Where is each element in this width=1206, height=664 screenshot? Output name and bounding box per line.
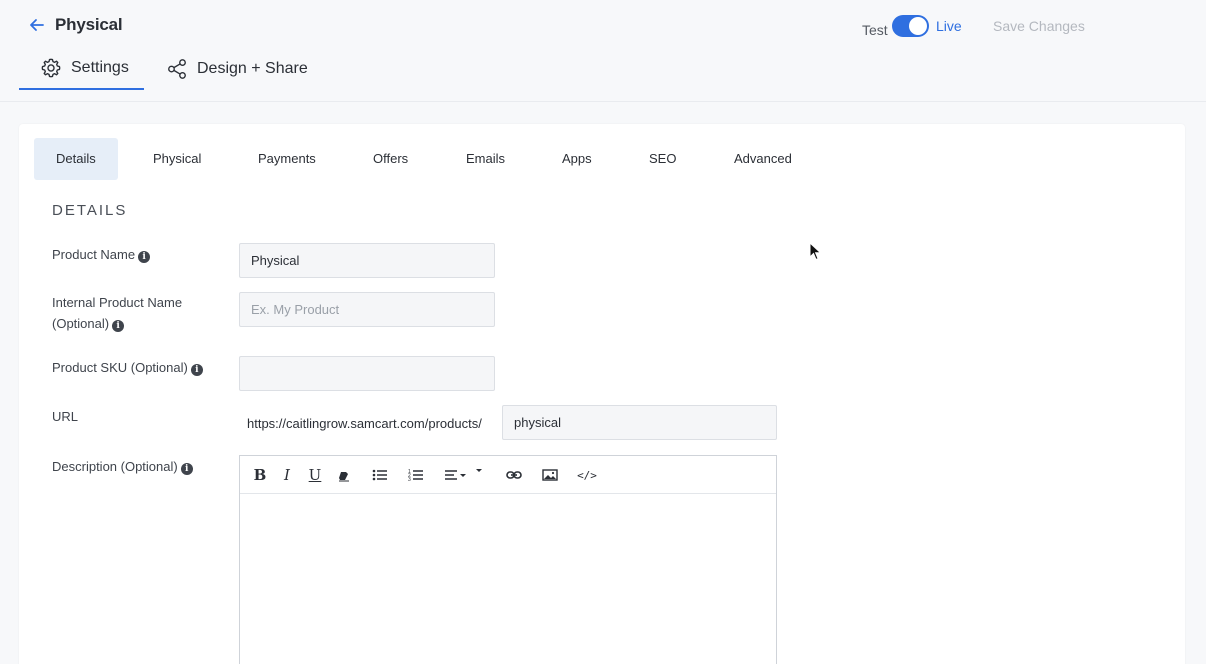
subtab-offers[interactable]: Offers — [373, 138, 408, 180]
tab-settings[interactable]: Settings — [19, 48, 144, 90]
settings-card: Details Physical Payments Offers Emails … — [19, 124, 1185, 664]
subtab-emails[interactable]: Emails — [466, 138, 505, 180]
internal-name-input[interactable]: Ex. My Product — [239, 292, 495, 327]
subtab-advanced[interactable]: Advanced — [734, 138, 792, 180]
description-label: Description (Optional) i — [52, 456, 193, 477]
description-editor[interactable]: B I U 1 2 3 </> — [239, 455, 777, 664]
share-icon — [168, 59, 186, 79]
internal-name-label-line1: Internal Product Name — [52, 295, 183, 310]
bold-icon[interactable]: B — [252, 465, 268, 485]
info-icon[interactable]: i — [138, 251, 151, 263]
tab-design-share-label: Design + Share — [197, 60, 308, 77]
bullet-list-icon[interactable] — [372, 465, 388, 485]
svg-text:3: 3 — [408, 477, 411, 483]
link-icon[interactable] — [506, 465, 522, 485]
info-icon[interactable]: i — [112, 320, 125, 332]
sku-label-text: Product SKU (Optional) — [52, 360, 188, 375]
page-title: Physical — [55, 15, 123, 34]
url-slug-input[interactable]: physical — [502, 405, 777, 440]
subtab-payments[interactable]: Payments — [258, 138, 316, 180]
numbered-list-icon[interactable]: 1 2 3 — [408, 465, 424, 485]
live-mode-label: Live — [936, 18, 962, 34]
internal-name-label-line2: (Optional) — [52, 316, 110, 331]
image-icon[interactable] — [542, 465, 558, 485]
url-label: URL — [52, 409, 79, 424]
back-arrow-icon[interactable] — [26, 14, 48, 36]
info-icon[interactable]: i — [190, 364, 203, 376]
test-mode-label: Test — [862, 22, 888, 38]
sku-input[interactable] — [239, 356, 495, 391]
product-name-label-text: Product Name — [52, 247, 136, 262]
editor-toolbar: B I U 1 2 3 </> — [240, 456, 776, 494]
tab-settings-label: Settings — [71, 59, 129, 76]
sku-label: Product SKU (Optional) i — [52, 357, 203, 378]
toggle-knob — [909, 17, 927, 35]
top-bar: Physical Test Live Save Changes Settings… — [0, 0, 1206, 102]
internal-name-label: Internal Product Name (Optional) i — [52, 292, 182, 334]
product-name-input[interactable]: Physical — [239, 243, 495, 278]
info-icon[interactable]: i — [180, 463, 193, 475]
save-changes-button[interactable]: Save Changes — [993, 18, 1085, 34]
subtab-seo[interactable]: SEO — [649, 138, 676, 180]
subtab-physical[interactable]: Physical — [153, 138, 201, 180]
description-label-text: Description (Optional) — [52, 459, 178, 474]
section-title: DETAILS — [52, 202, 128, 219]
eraser-icon[interactable] — [337, 465, 351, 485]
gear-icon — [41, 58, 61, 78]
product-name-label: Product Name i — [52, 244, 151, 265]
code-icon[interactable]: </> — [577, 465, 597, 485]
mouse-cursor-icon — [809, 242, 822, 261]
italic-icon[interactable]: I — [280, 465, 294, 485]
underline-icon[interactable]: U — [307, 465, 323, 485]
subtab-apps[interactable]: Apps — [562, 138, 592, 180]
align-icon[interactable] — [445, 465, 487, 485]
tab-design-share[interactable]: Design + Share — [166, 48, 308, 90]
live-mode-toggle[interactable] — [892, 15, 929, 37]
url-prefix: https://caitlingrow.samcart.com/products… — [247, 416, 482, 431]
subtab-details[interactable]: Details — [34, 138, 118, 180]
